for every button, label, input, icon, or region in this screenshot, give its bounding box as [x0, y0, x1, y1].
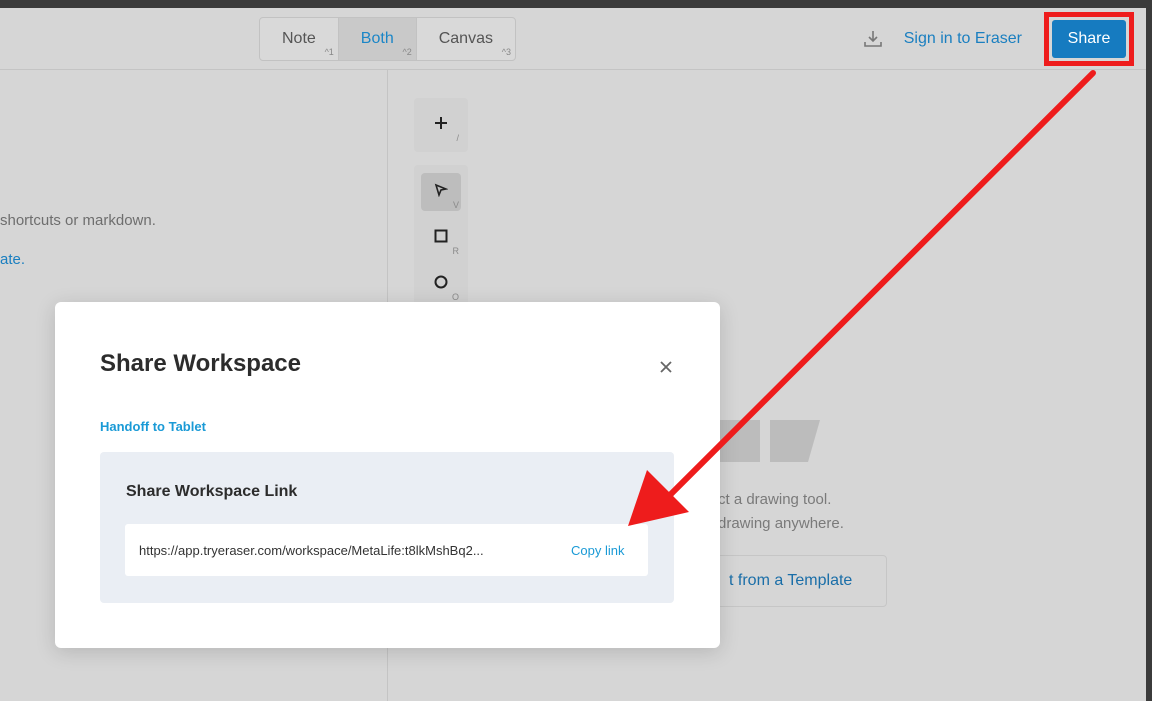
canvas-hint-line-1: ct a drawing tool.	[718, 491, 832, 508]
sign-in-link[interactable]: Sign in to Eraser	[904, 30, 1022, 48]
handoff-to-tablet-link[interactable]: Handoff to Tablet	[100, 419, 206, 434]
copy-link-button[interactable]: Copy link	[571, 543, 624, 558]
window-right-border	[1146, 0, 1152, 701]
view-mode-toggle: Note ^1 Both ^2 Canvas ^3	[259, 17, 516, 61]
select-tool-shortcut: V	[452, 200, 459, 210]
tab-canvas-shortcut: ^3	[501, 47, 511, 57]
share-link-field[interactable]: https://app.tryeraser.com/workspace/Meta…	[125, 524, 648, 576]
header-actions: Sign in to Eraser Share	[862, 12, 1134, 66]
tab-canvas[interactable]: Canvas ^3	[417, 18, 515, 60]
plus-icon	[433, 115, 449, 136]
canvas-add-group: /	[414, 98, 468, 152]
circle-tool[interactable]: O	[421, 265, 461, 303]
tab-both-label: Both	[360, 30, 394, 47]
share-workspace-modal: Share Workspace Handoff to Tablet Share …	[55, 302, 720, 648]
pointer-icon	[434, 183, 449, 202]
circle-icon	[434, 275, 448, 294]
note-hint-text: shortcuts or markdown.	[0, 212, 156, 229]
tab-note-label: Note	[282, 30, 316, 47]
share-link-panel-title: Share Workspace Link	[126, 483, 298, 500]
select-tool[interactable]: V	[421, 173, 461, 211]
close-icon[interactable]	[653, 354, 679, 380]
rectangle-tool[interactable]: R	[421, 219, 461, 257]
tab-both-shortcut: ^2	[402, 47, 412, 57]
canvas-hint-line-2: drawing anywhere.	[718, 515, 844, 532]
circle-tool-shortcut: O	[451, 292, 459, 302]
window-top-border	[0, 0, 1152, 8]
share-button-highlight: Share	[1044, 12, 1134, 66]
add-tool[interactable]: /	[421, 106, 461, 144]
share-link-url[interactable]: https://app.tryeraser.com/workspace/Meta…	[139, 543, 559, 558]
rectangle-tool-shortcut: R	[452, 246, 460, 256]
share-link-panel: Share Workspace Link https://app.tryeras…	[100, 452, 674, 603]
modal-title: Share Workspace	[100, 350, 301, 377]
tab-canvas-label: Canvas	[438, 30, 493, 47]
share-button[interactable]: Share	[1052, 20, 1126, 58]
start-from-template-button[interactable]: t from a Template	[692, 555, 887, 607]
top-bar: Note ^1 Both ^2 Canvas ^3 Sign in to Era…	[0, 8, 1146, 70]
tab-note-shortcut: ^1	[324, 47, 334, 57]
add-tool-shortcut: /	[456, 133, 459, 143]
download-icon[interactable]	[862, 28, 884, 50]
note-template-link[interactable]: ate.	[0, 251, 25, 268]
canvas-toolbar: V R O	[414, 165, 468, 315]
rectangle-icon	[434, 229, 448, 248]
tab-note[interactable]: Note ^1	[260, 18, 339, 60]
canvas-empty-illustration	[720, 418, 830, 469]
tab-both[interactable]: Both ^2	[338, 18, 417, 60]
